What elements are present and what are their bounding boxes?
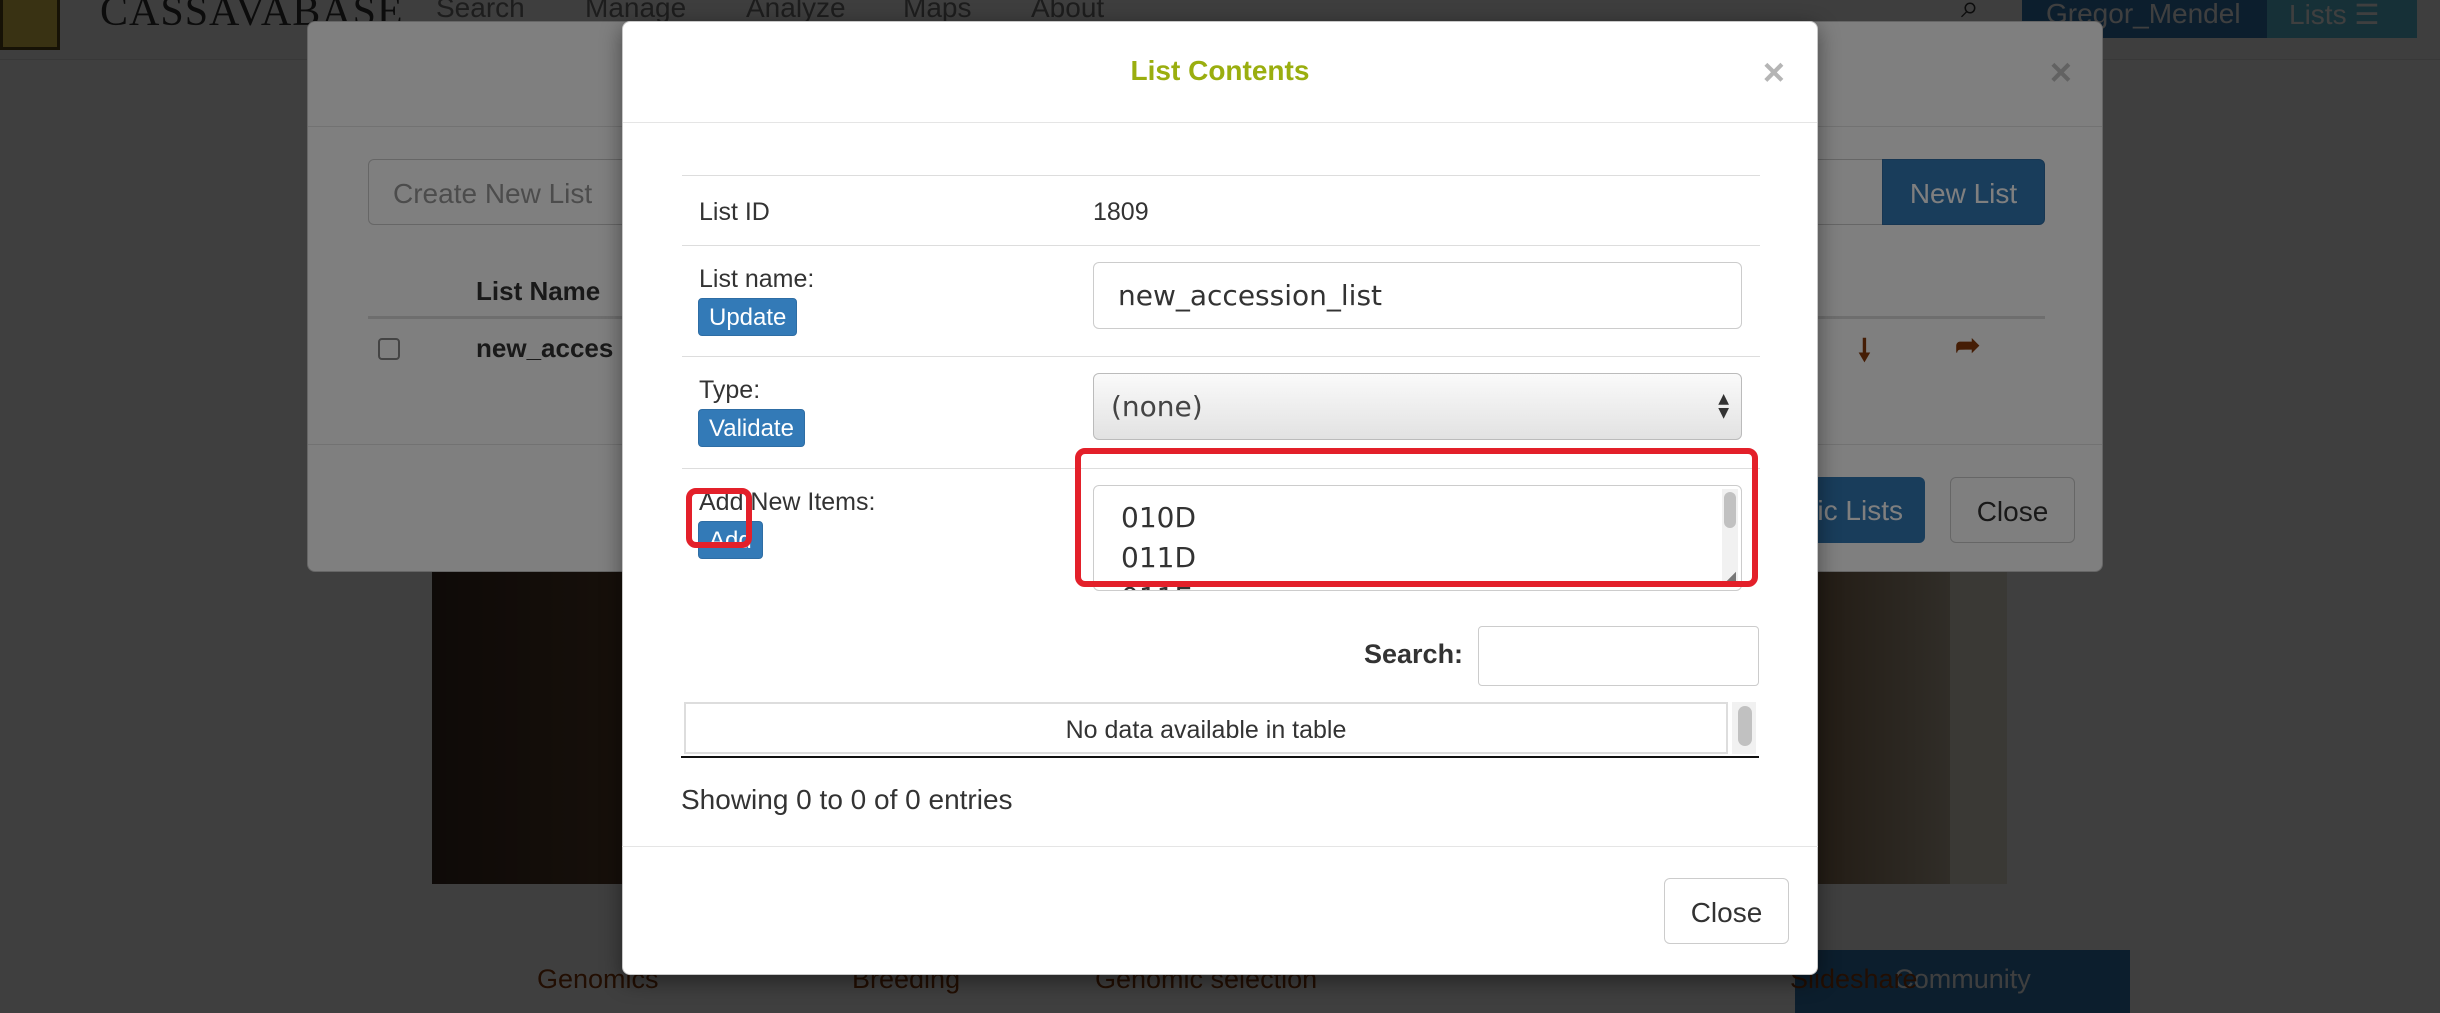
empty-table-message: No data available in table [684,702,1728,754]
list-contents-modal: List Contents × List ID 1809 List name: … [622,21,1818,975]
type-select[interactable]: (none) ▲ ▼ [1093,373,1742,440]
modal-footer-divider [622,846,1818,847]
table-info: Showing 0 to 0 of 0 entries [681,784,1013,815]
table-search-input[interactable] [1478,626,1759,686]
row-list-id: List ID 1809 [682,175,1760,245]
modal-header: List Contents × [623,22,1817,123]
highlight-new-items [1075,448,1758,587]
list-id-value: 1809 [1093,198,1149,226]
close-button[interactable]: Close [1664,878,1789,944]
type-label: Type: [699,376,761,404]
type-select-value: (none) [1111,390,1203,423]
table-scroll-thumb[interactable] [1738,706,1752,746]
list-items-table: No data available in table [681,698,1759,758]
row-list-name: List name: Update new_accession_list [682,245,1760,356]
validate-button[interactable]: Validate [698,409,805,447]
close-icon[interactable]: × [1763,52,1785,95]
highlight-add-button [686,488,752,548]
list-name-label: List name: [699,265,815,293]
modal-title: List Contents [1130,55,1310,86]
select-arrows-icon: ▲ ▼ [1718,391,1729,421]
search-label: Search: [1364,639,1464,669]
list-id-label: List ID [699,198,770,226]
update-button[interactable]: Update [698,298,798,336]
list-name-input[interactable]: new_accession_list [1093,262,1742,329]
